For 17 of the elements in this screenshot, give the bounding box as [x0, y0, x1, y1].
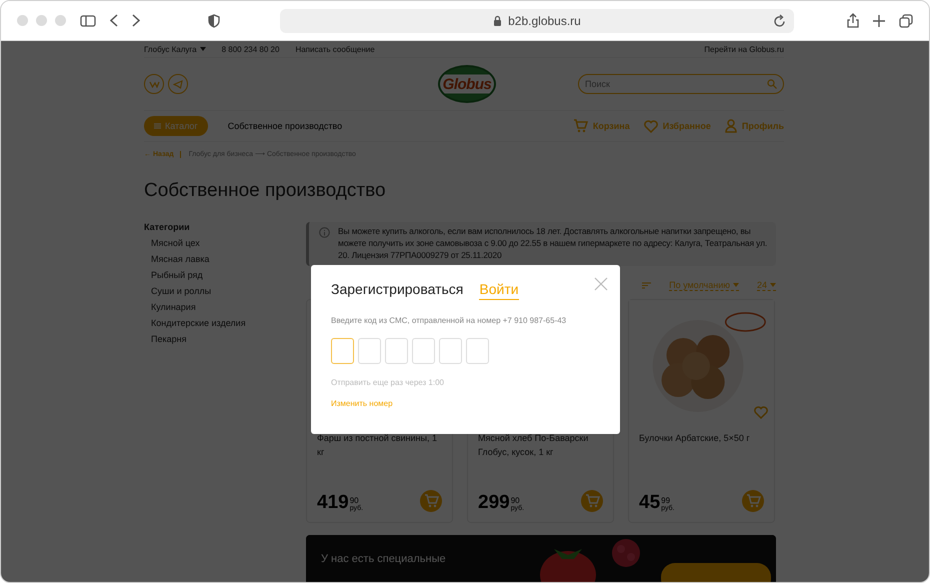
price-kopecks: 90: [350, 497, 359, 505]
sms-hint: Введите код из СМС, отправленной на номер +7 910 987-65-43: [331, 316, 568, 325]
product-name: Булочки Арбатские, 5×50 г: [639, 432, 751, 445]
price: 419: [317, 493, 349, 512]
product-name: Фарш из постной свинины, 1 кг: [317, 432, 438, 458]
resend-timer: Отправить еще раз через 1:00: [331, 378, 446, 387]
price: 299: [478, 493, 510, 512]
notice-text: Вы можете купить алкоголь, если вам исполнилось 18 лет. Доставлять алкогольные напитки запрещено, вы можете получить их зоне самовывоза с 9.00 до 22.55 в нашем гипермаркете по адресу: Калуга, Театральная ул. 20. Лицензия 77РПА0009279 от 25.11.2020: [338, 225, 768, 261]
phone-number: 8 800 234 80 20: [222, 44, 280, 54]
price: 45: [639, 493, 660, 512]
banner-text: У нас есть специальные: [321, 553, 446, 565]
price-kopecks: 99: [661, 497, 670, 505]
section-title: Собственное производство: [228, 121, 342, 131]
product-name: Мясной хлеб По-Баварски Глобус, кусок, 1 кг: [478, 432, 590, 459]
page-title: Собственное производство: [144, 180, 387, 202]
price-kopecks: 90: [510, 497, 520, 505]
sidebar-title: Категории: [144, 222, 191, 232]
